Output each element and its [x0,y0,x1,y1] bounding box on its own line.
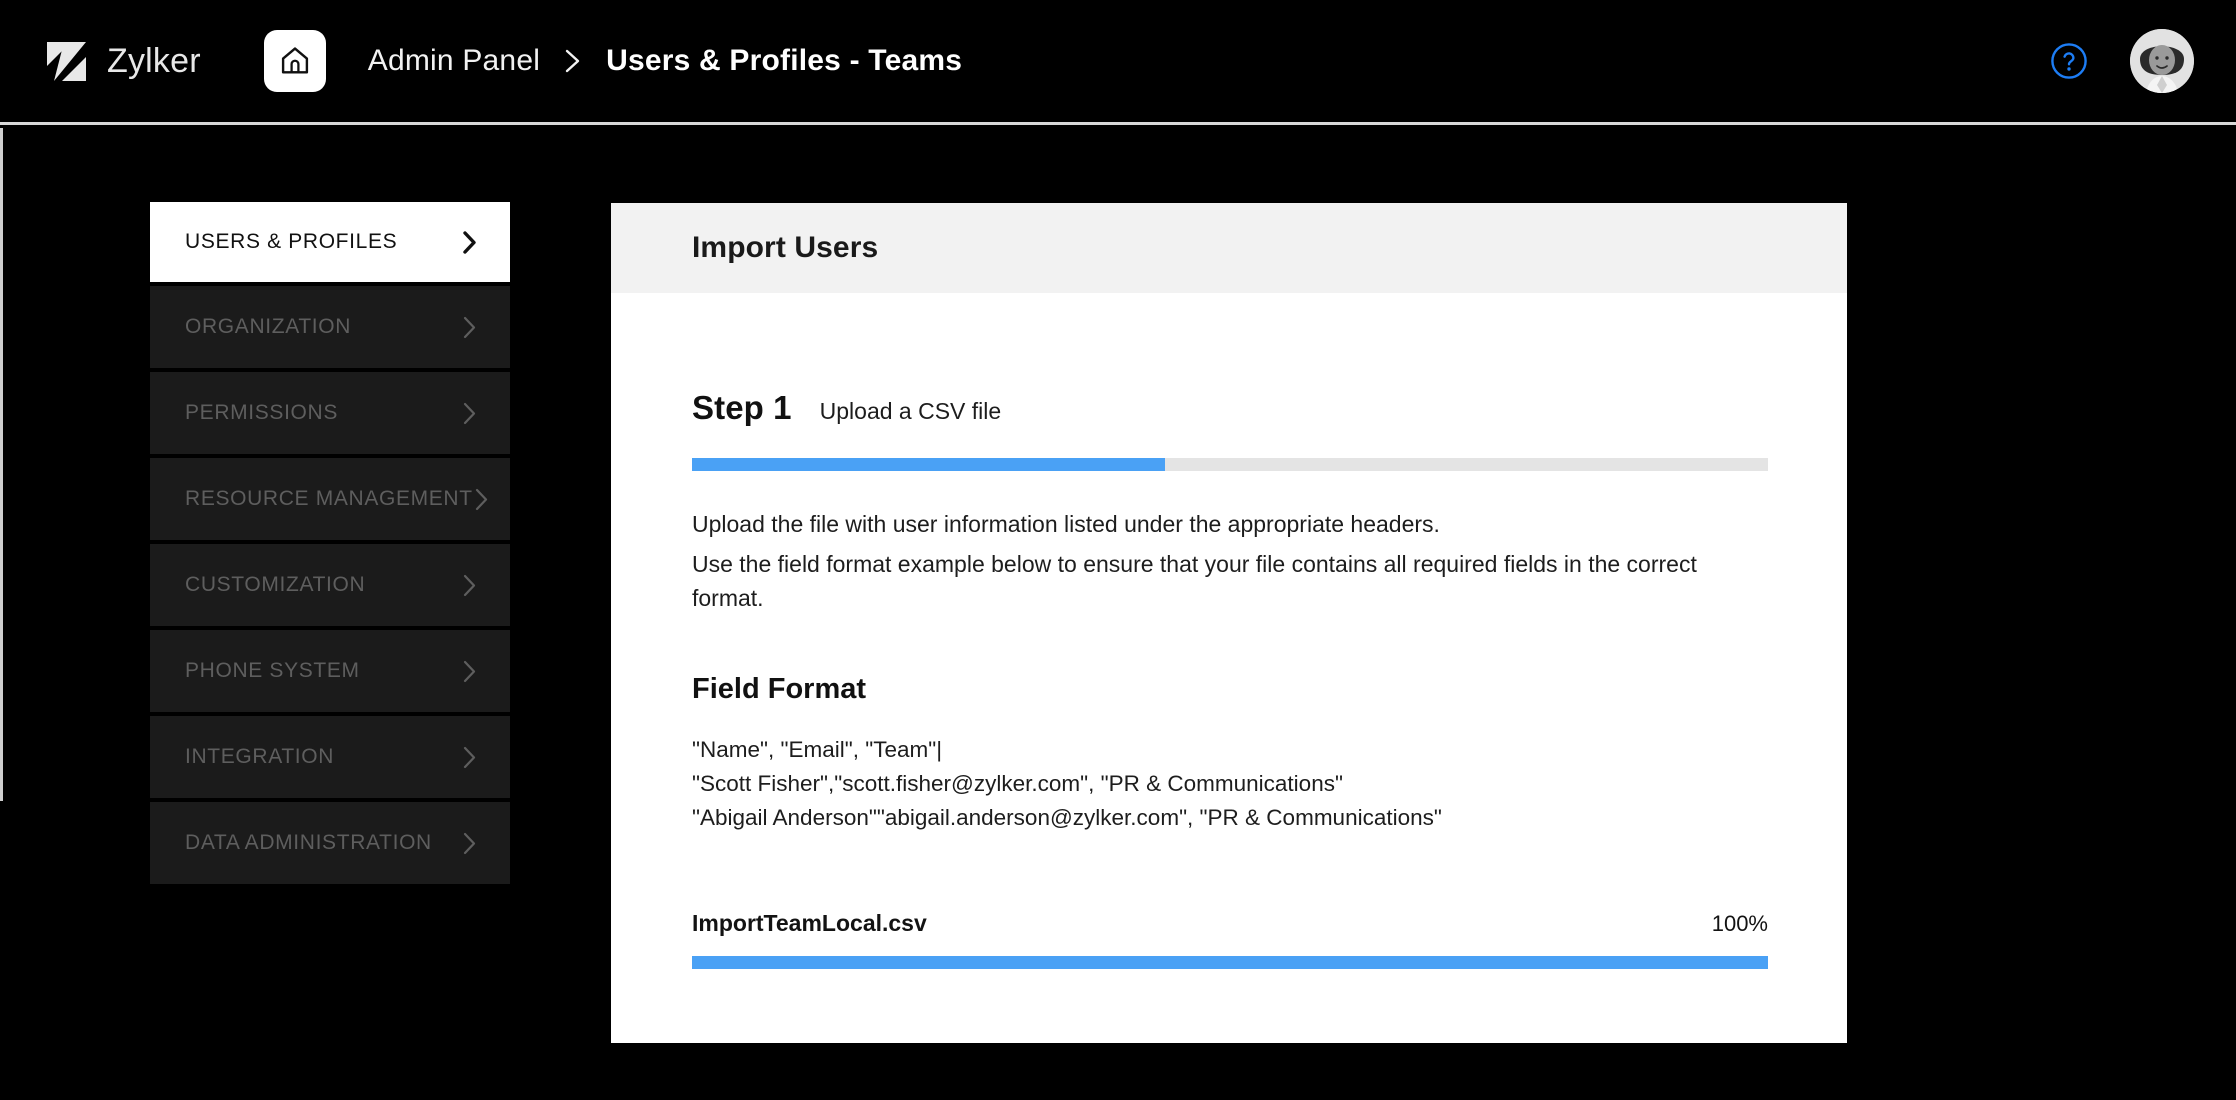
upload-progress-bar [692,955,1768,969]
left-edge-rail [0,128,3,801]
top-bar-actions [2050,0,2194,122]
app-root: Zylker Admin Panel Users & Profiles - Te… [0,0,2236,1100]
top-bar: Zylker Admin Panel Users & Profiles - Te… [0,0,2236,122]
chevron-right-icon [461,315,478,340]
step-label: Step 1 [692,389,792,426]
format-line: "Abigail Anderson""abigail.anderson@zylk… [692,805,1442,831]
chevron-right-icon [562,47,584,75]
sidebar-item-label: USERS & PROFILES [185,230,398,253]
sidebar-item-resource-management[interactable]: RESOURCE MANAGEMENT [150,458,510,540]
sidebar-item-label: ORGANIZATION [185,315,352,338]
zylker-z-logo-icon [44,39,89,84]
chevron-right-icon [461,659,478,684]
breadcrumb-current: Users & Profiles - Teams [606,44,963,77]
import-users-panel: Import Users Step 1 Upload a CSV file Up… [611,203,1847,1043]
upload-status-row: ImportTeamLocal.csv 100% [692,910,1768,937]
help-circle-icon[interactable] [2050,42,2088,80]
sidebar-item-label: PHONE SYSTEM [185,659,360,682]
field-format-example: "Name", "Email", "Team"| "Scott Fisher",… [692,733,1766,836]
breadcrumb-root-link[interactable]: Admin Panel [368,44,540,78]
chevron-right-icon [461,230,478,255]
header-divider [0,122,2236,125]
uploaded-file-name: ImportTeamLocal.csv [692,909,927,936]
user-avatar[interactable] [2130,29,2194,93]
sidebar-item-label: INTEGRATION [185,745,335,768]
panel-body: Step 1 Upload a CSV file Upload the file… [611,293,1847,969]
format-line: "Name", "Email", "Team"| [692,737,943,763]
chevron-right-icon [461,573,478,598]
field-format-title: Field Format [692,673,867,706]
breadcrumb: Admin Panel Users & Profiles - Teams [368,44,962,78]
sidebar-item-customization[interactable]: CUSTOMIZATION [150,544,510,626]
step-progress-fill [692,458,1166,471]
upload-progress-fill [692,955,1768,969]
sidebar-nav: USERS & PROFILES ORGANIZATION PERMISSION… [150,202,510,888]
brand-name: Zylker [107,42,201,80]
upload-percent-label: 100% [1711,910,1768,936]
chevron-right-icon [461,401,478,426]
sidebar-item-permissions[interactable]: PERMISSIONS [150,372,510,454]
sidebar-item-data-administration[interactable]: DATA ADMINISTRATION [150,802,510,884]
sidebar-item-label: DATA ADMINISTRATION [185,831,432,854]
sidebar-item-integration[interactable]: INTEGRATION [150,716,510,798]
home-icon [278,44,312,78]
chevron-right-icon [461,831,478,856]
sidebar-item-label: PERMISSIONS [185,401,339,424]
sidebar-item-phone-system[interactable]: PHONE SYSTEM [150,630,510,712]
sidebar-item-users-profiles[interactable]: USERS & PROFILES [150,202,510,282]
step-progress-bar [692,458,1768,471]
panel-header: Import Users [611,203,1847,293]
step-heading-row: Step 1 Upload a CSV file [692,293,1766,427]
chevron-right-icon [473,487,490,512]
sidebar-item-label: RESOURCE MANAGEMENT [185,487,473,510]
instruction-line: Upload the file with user information li… [692,511,1440,537]
home-button[interactable] [263,30,326,92]
instructions: Upload the file with user information li… [692,508,1766,615]
page-title: Import Users [692,231,879,264]
upload-status: ImportTeamLocal.csv 100% [692,910,1768,969]
sidebar-item-organization[interactable]: ORGANIZATION [150,286,510,368]
format-line: "Scott Fisher","scott.fisher@zylker.com"… [692,771,1343,797]
brand[interactable]: Zylker [44,39,201,84]
sidebar-item-label: CUSTOMIZATION [185,573,366,596]
step-description: Upload a CSV file [819,398,1002,424]
chevron-right-icon [461,745,478,770]
instruction-line: Use the field format example below to en… [692,551,1697,611]
